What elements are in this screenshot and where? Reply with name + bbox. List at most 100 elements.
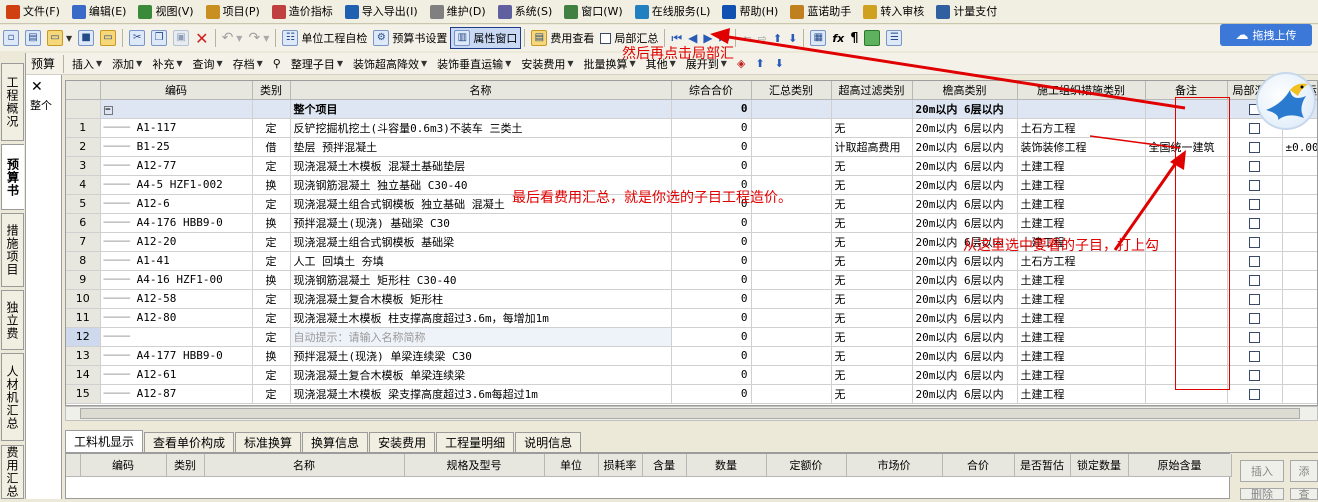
code-cell[interactable]: ──── A4-16 HZF1-00: [100, 270, 253, 290]
code-cell[interactable]: ──── B1-25: [100, 137, 253, 157]
row-checkbox[interactable]: [1249, 293, 1260, 305]
assistant-logo[interactable]: [1256, 72, 1316, 130]
code-cell[interactable]: ──── A4-5 HZF1-002: [100, 175, 253, 195]
partial-summary-cell[interactable]: [1227, 232, 1283, 252]
move-right-button[interactable]: ⇨: [755, 27, 770, 49]
partial-summary-cell[interactable]: [1227, 213, 1283, 233]
type-cell[interactable]: 换: [252, 346, 291, 366]
collapse-cell[interactable]: −: [100, 99, 253, 119]
row-checkbox[interactable]: [1249, 179, 1260, 191]
toolbar2-item-6[interactable]: 装饰超高降效 ▼: [348, 56, 432, 72]
name-cell[interactable]: 现浇混凝土木模板 柱支撑高度超过3.6m，每增加1m: [290, 308, 672, 328]
list-button[interactable]: ☰: [883, 27, 905, 49]
row-number-cell[interactable]: 6: [66, 213, 101, 233]
collapse-icon[interactable]: −: [103, 106, 113, 115]
code-cell[interactable]: ──── A4-177 HBB9-0: [100, 346, 253, 366]
type-cell[interactable]: 换: [252, 175, 291, 195]
vertical-cell[interactable]: [1282, 365, 1317, 385]
type-cell[interactable]: 定: [252, 384, 291, 404]
vertical-cell[interactable]: [1282, 327, 1317, 347]
name-cell[interactable]: 现浇混凝土木模板 梁支撑高度超过3.6m每超过1m: [290, 384, 672, 404]
column-header[interactable]: 汇总类别: [751, 81, 832, 100]
org-cell[interactable]: 土建工程: [1017, 175, 1146, 195]
open-button[interactable]: ▭ ▼: [44, 27, 75, 49]
column-header[interactable]: 名称: [290, 81, 672, 100]
summary-type-cell[interactable]: [751, 232, 832, 252]
left-tab-3[interactable]: 独立费: [1, 290, 24, 350]
code-cell[interactable]: ──── A1-117: [100, 118, 253, 138]
row-number-cell[interactable]: 11: [66, 308, 101, 328]
filter-cell[interactable]: 计取超高费用: [831, 137, 913, 157]
code-cell[interactable]: ──── A12-87: [100, 384, 253, 404]
move-up-button[interactable]: ⬆: [770, 27, 785, 49]
insert-material-button[interactable]: 插入: [1240, 460, 1284, 482]
material-column-header[interactable]: 定额价: [766, 454, 847, 477]
detail-tab-5[interactable]: 工程量明细: [436, 432, 515, 452]
eave-cell[interactable]: 20m以内 6层以内: [912, 213, 1018, 233]
row-checkbox[interactable]: [1249, 198, 1260, 210]
row-number-cell[interactable]: 5: [66, 194, 101, 214]
partial-summary-cell[interactable]: [1227, 175, 1283, 195]
filter-cell[interactable]: 无: [831, 156, 913, 176]
name-cell[interactable]: 现浇混凝土组合式钢模板 基础梁: [290, 232, 672, 252]
summary-type-cell[interactable]: [751, 308, 832, 328]
code-cell[interactable]: ──── A12-58: [100, 289, 253, 309]
type-cell[interactable]: 定: [252, 327, 291, 347]
table-row[interactable]: 1 ──── A1-117 定反铲挖掘机挖土(斗容量0.6m3)不装车 三类土 0 无…: [66, 118, 1317, 138]
table-row[interactable]: 12 ──── 定自动提示：请输入名称简称 0 无 20m以内 6层以内 土建工程: [66, 327, 1317, 347]
org-cell[interactable]: 土建工程: [1017, 308, 1146, 328]
name-cell[interactable]: 预拌混凝土(现浇) 单梁连续梁 C30: [290, 346, 672, 366]
type-cell[interactable]: 换: [252, 270, 291, 290]
menu-item-9[interactable]: 在线服务(L): [629, 2, 717, 22]
name-cell[interactable]: 预拌混凝土(现浇) 基础梁 C30: [290, 213, 672, 233]
paragraph-button[interactable]: ¶: [847, 27, 861, 49]
delete-material-button[interactable]: 删除: [1240, 488, 1284, 501]
name-cell[interactable]: 现浇混凝土木模板 混凝土基础垫层: [290, 156, 672, 176]
vertical-cell[interactable]: ±0.00以上: [1282, 137, 1317, 157]
vertical-cell[interactable]: [1282, 289, 1317, 309]
row-number-cell[interactable]: 2: [66, 137, 101, 157]
name-cell[interactable]: 现浇混凝土复合木模板 矩形柱: [290, 289, 672, 309]
filter-cell[interactable]: 无: [831, 289, 913, 309]
table-row[interactable]: 13 ──── A4-177 HBB9-0 换预拌混凝土(现浇) 单梁连续梁 C3…: [66, 346, 1317, 366]
detail-tab-4[interactable]: 安装费用: [369, 432, 436, 452]
row-number-cell[interactable]: 8: [66, 251, 101, 271]
table-row-total[interactable]: −整个项目020m以内 6层以内±0.0: [66, 99, 1317, 119]
row-number-cell[interactable]: 10: [66, 289, 101, 309]
material-column-header[interactable]: 含量: [642, 454, 687, 477]
filter-cell[interactable]: 无: [831, 194, 913, 214]
filter-cell[interactable]: 无: [831, 270, 913, 290]
calculator-button[interactable]: ▦: [807, 27, 829, 49]
table-row[interactable]: 2 ──── B1-25 借垫层 预拌混凝土 0 计取超高费用 20m以内 6层以内 装饰…: [66, 137, 1317, 157]
folder-button[interactable]: ▭: [97, 27, 119, 49]
type-cell[interactable]: 换: [252, 213, 291, 233]
detail-tab-1[interactable]: 查看单价构成: [144, 432, 235, 452]
eave-cell[interactable]: 20m以内 6层以内: [912, 384, 1018, 404]
filter-cell[interactable]: 无: [831, 251, 913, 271]
code-cell[interactable]: ──── A12-20: [100, 232, 253, 252]
org-cell[interactable]: 土建工程: [1017, 384, 1146, 404]
code-cell[interactable]: ──── A1-41: [100, 251, 253, 271]
toolbar2-item-2[interactable]: 补充 ▼: [147, 56, 187, 72]
toolbar2-item-8[interactable]: 安装费用 ▼: [516, 56, 578, 72]
detail-tab-6[interactable]: 说明信息: [515, 432, 582, 452]
menu-item-4[interactable]: 造价指标: [266, 2, 339, 22]
column-header[interactable]: 施工组织措施类别: [1017, 81, 1146, 100]
save-button[interactable]: ■: [75, 27, 97, 49]
row-checkbox[interactable]: [1249, 388, 1260, 400]
eave-cell[interactable]: 20m以内 6层以内: [912, 270, 1018, 290]
query-material-button[interactable]: 查: [1290, 488, 1318, 501]
eave-cell[interactable]: 20m以内 6层以内: [912, 156, 1018, 176]
table-row[interactable]: 14 ──── A12-61 定现浇混凝土复合木模板 单梁连续梁 0 无 20m以内 6…: [66, 365, 1317, 385]
type-cell[interactable]: 定: [252, 251, 291, 271]
eave-cell[interactable]: 20m以内 6层以内: [912, 327, 1018, 347]
menu-item-2[interactable]: 视图(V): [132, 2, 199, 22]
cube-button[interactable]: [861, 27, 883, 49]
type-cell[interactable]: 定: [252, 194, 291, 214]
org-cell[interactable]: 装饰装修工程: [1017, 137, 1146, 157]
filter-cell[interactable]: 无: [831, 175, 913, 195]
summary-type-cell[interactable]: [751, 365, 832, 385]
vertical-cell[interactable]: [1282, 232, 1317, 252]
filter-cell[interactable]: 无: [831, 308, 913, 328]
cloud-upload-button[interactable]: ☁ 拖拽上传: [1220, 24, 1312, 46]
